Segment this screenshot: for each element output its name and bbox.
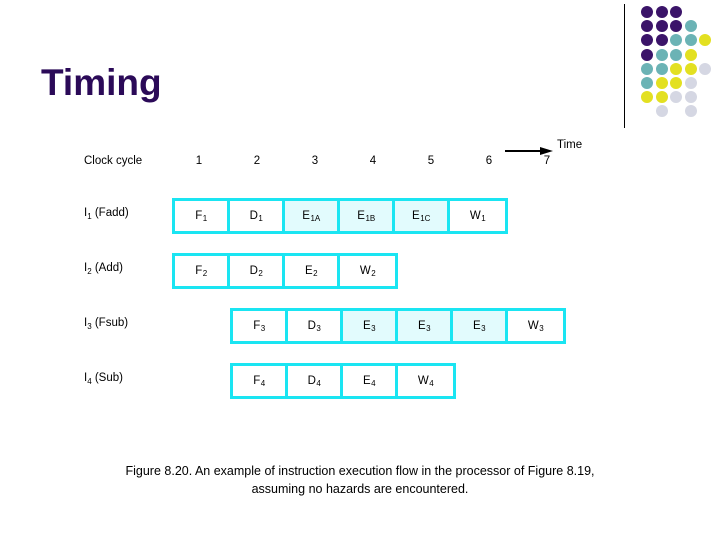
stage-cell-stage: F [253,375,261,387]
stage-cell-stage: F [253,320,261,332]
cycle-number-2: 2 [253,155,261,167]
instruction-label-I3: I3 (Fsub) [84,317,129,331]
stage-cell-W3[interactable]: W3 [508,311,563,341]
stage-cell-stage: F [195,210,203,222]
stage-cell-W2[interactable]: W2 [340,256,395,286]
stage-cell-index: 3 [316,324,321,333]
stage-cell-F3[interactable]: F3 [233,311,288,341]
stage-cell-stage: E [472,320,481,332]
stage-cell-D1[interactable]: D1 [230,201,285,231]
stage-cell-E3[interactable]: E3 [398,311,453,341]
time-axis-label: Time [557,139,583,151]
stage-cell-E1A[interactable]: E 1A [285,201,340,231]
stage-cell-stage: W [359,265,371,277]
stage-cell-stage: D [307,375,316,387]
instruction-label-mnemonic: (Sub) [91,372,123,384]
stage-cell-index: 2 [371,269,376,278]
cycle-number-6: 6 [485,155,493,167]
time-arrow-head [540,147,553,155]
figure-caption: Figure 8.20. An example of instruction e… [40,462,680,498]
stage-cell-index: 1A [310,214,321,223]
stage-cell-stage: E [412,210,420,222]
stage-row-I1: F 1 D 1 E 1A E 1B E 1C W 1 [172,198,508,234]
stage-cell-E3[interactable]: E3 [343,311,398,341]
stage-row-I3: F3D3E3E3E3W3 [230,308,566,344]
stage-cell-stage: W [527,320,539,332]
stage-cell-W1[interactable]: W1 [450,201,505,231]
instruction-label-mnemonic: (Add) [91,262,123,274]
stage-cell-index: 2 [258,269,263,278]
stage-cell-index: 3 [260,324,266,333]
cycle-number-3: 3 [311,155,319,167]
stage-cell-E4[interactable]: E4 [343,366,398,396]
clock-cycle-header-label: Clock cycle [84,155,143,167]
instruction-label-index: 2 [87,267,92,276]
stage-cell-index: 4 [371,379,376,388]
instruction-label-mnemonic: (Fadd) [91,207,129,219]
stage-cell-stage: E [357,210,365,222]
stage-cell-index: 2 [202,269,208,278]
stage-cell-index: 3 [539,324,544,333]
cycle-number-1: 1 [195,155,203,167]
figure-caption-line-2: assuming no hazards are encountered. [251,482,469,496]
stage-cell-stage: F [195,265,203,277]
instruction-label-I1: I1 (Fadd) [84,207,129,221]
instruction-label-mnemonic: (Fsub) [91,317,129,329]
stage-cell-D3[interactable]: D3 [288,311,343,341]
stage-cell-stage: W [469,210,481,222]
stage-cell-index: 3 [481,324,486,333]
stage-cell-E2[interactable]: E2 [285,256,340,286]
stage-cell-stage: E [362,375,371,387]
stage-cell-index: 1 [202,214,208,223]
instruction-label-index: 4 [87,377,92,386]
stage-cell-D2[interactable]: D2 [230,256,285,286]
stage-cell-E3[interactable]: E3 [453,311,508,341]
stage-cell-F1[interactable]: F1 [175,201,230,231]
stage-cell-D4[interactable]: D4 [288,366,343,396]
stage-cell-index: 2 [313,269,318,278]
cycle-number-5: 5 [427,155,435,167]
stage-cell-index: 3 [371,324,376,333]
stage-cell-F2[interactable]: F2 [175,256,230,286]
stage-cell-E1B[interactable]: E 1B [340,201,395,231]
stage-cell-stage: E [362,320,371,332]
cycle-number-7: 7 [543,155,551,167]
time-axis-arrow-icon [505,147,553,156]
stage-row-I4: F4D4E4W4 [230,363,456,399]
instruction-label-I4: I4 (Sub) [84,372,123,386]
stage-cell-index: 4 [429,379,434,388]
instruction-label-index: 3 [87,322,92,331]
stage-cell-stage: E [302,210,310,222]
stage-cell-index: 1 [481,214,486,223]
instruction-label-I2: I2 (Add) [84,262,123,276]
stage-cell-stage: E [304,265,313,277]
pipeline-timing-diagram: Clock cycle 1 2 3 4 5 6 7 Time I1 (Fadd) I2 (Ad… [0,0,720,540]
stage-cell-stage: D [249,265,258,277]
stage-cell-stage: E [417,320,426,332]
stage-row-I2: F2D2E2W2 [172,253,398,289]
figure-caption-line-1: Figure 8.20. An example of instruction e… [125,464,595,478]
stage-cell-index: 4 [260,379,266,388]
stage-cell-E1C[interactable]: E 1C [395,201,450,231]
stage-cell-index: 3 [426,324,431,333]
stage-cell-index: 4 [316,379,321,388]
stage-cell-index: 1B [365,214,376,223]
stage-cell-stage: D [249,210,258,222]
instruction-label-index: 1 [87,212,92,221]
stage-cell-index: 1C [420,214,431,223]
stage-cell-W4[interactable]: W4 [398,366,453,396]
stage-cell-index: 1 [258,214,263,223]
stage-cell-F4[interactable]: F4 [233,366,288,396]
stage-cell-stage: D [307,320,316,332]
time-arrow-shaft [505,150,543,152]
stage-cell-stage: W [417,375,429,387]
cycle-number-4: 4 [369,155,377,167]
